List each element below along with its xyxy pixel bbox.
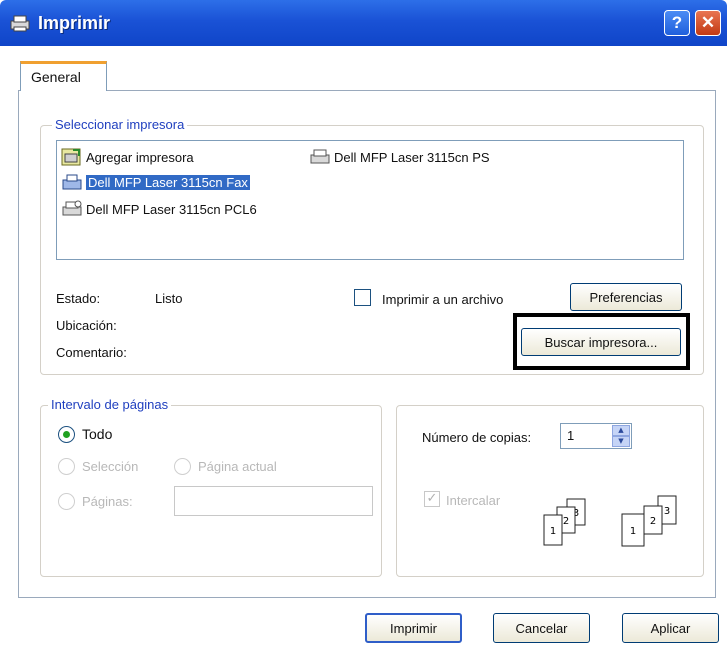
add-printer-icon: [61, 148, 81, 166]
copies-spinner[interactable]: 1 ▲ ▼: [560, 423, 632, 449]
print-to-file-label: Imprimir a un archivo: [382, 292, 504, 307]
printer-item-label: Dell MFP Laser 3115cn PS: [334, 149, 490, 165]
printer-app-icon: [10, 15, 30, 32]
collated-pages-icon: 3 2 1: [543, 498, 586, 546]
printer-item-add[interactable]: Agregar impresora: [61, 147, 194, 167]
spin-down-arrow-icon[interactable]: ▼: [612, 436, 630, 447]
close-button[interactable]: ✕: [695, 10, 721, 36]
print-to-file-checkbox[interactable]: [354, 289, 371, 306]
printer-icon: [62, 200, 82, 216]
printer-item-fax[interactable]: Dell MFP Laser 3115cn Fax: [61, 172, 250, 192]
printer-item-label: Dell MFP Laser 3115cn PCL6: [86, 201, 257, 217]
all-label: Todo: [82, 426, 113, 442]
location-label: Ubicación:: [56, 318, 117, 333]
window-title: Imprimir: [38, 13, 111, 33]
collate-label: Intercalar: [446, 493, 501, 508]
print-button[interactable]: Imprimir: [365, 613, 462, 643]
svg-text:3: 3: [664, 506, 670, 517]
apply-button[interactable]: Aplicar: [622, 613, 719, 643]
spin-up-arrow-icon[interactable]: ▲: [612, 425, 630, 436]
status-value: Listo: [155, 291, 183, 306]
svg-text:2: 2: [563, 516, 569, 527]
help-button[interactable]: ?: [664, 10, 690, 36]
title-bar[interactable]: Imprimir ? ✕: [0, 0, 727, 46]
printer-item-pcl6[interactable]: Dell MFP Laser 3115cn PCL6: [61, 199, 257, 219]
printer-item-label: Dell MFP Laser 3115cn Fax: [86, 174, 250, 190]
spinner-buttons: ▲ ▼: [612, 425, 630, 447]
select-printer-legend: Seleccionar impresora: [52, 117, 188, 132]
copies-value: 1: [567, 428, 575, 443]
current-page-label: Página actual: [198, 459, 277, 474]
selection-radio[interactable]: [58, 458, 75, 475]
page-range-legend: Intervalo de páginas: [48, 397, 172, 412]
comment-label: Comentario:: [56, 345, 127, 360]
svg-text:1: 1: [550, 526, 556, 537]
current-page-radio[interactable]: [174, 458, 191, 475]
find-printer-button[interactable]: Buscar impresora...: [521, 328, 681, 356]
cancel-button[interactable]: Cancelar: [493, 613, 590, 643]
status-label: Estado:: [56, 291, 101, 306]
copies-label: Número de copias:: [422, 430, 532, 445]
printer-item-label: Agregar impresora: [86, 149, 194, 165]
pages-radio[interactable]: [58, 493, 75, 510]
all-radio[interactable]: [58, 426, 75, 443]
svg-text:2: 2: [650, 516, 656, 527]
printer-list[interactable]: Agregar impresora Dell MFP Laser 3115cn …: [56, 140, 684, 260]
collate-checkbox[interactable]: ✓: [424, 491, 440, 507]
collated-pages-icon: 3 2 1: [621, 495, 677, 547]
pages-label: Páginas:: [82, 494, 133, 509]
printer-icon: [310, 149, 330, 164]
pages-input[interactable]: [174, 486, 373, 516]
printer-item-ps[interactable]: Dell MFP Laser 3115cn PS: [309, 147, 490, 167]
selection-label: Selección: [82, 459, 139, 474]
preferences-button[interactable]: Preferencias: [570, 283, 682, 311]
fax-icon: [62, 174, 82, 190]
tab-general[interactable]: General: [20, 61, 107, 91]
svg-text:1: 1: [630, 526, 636, 537]
